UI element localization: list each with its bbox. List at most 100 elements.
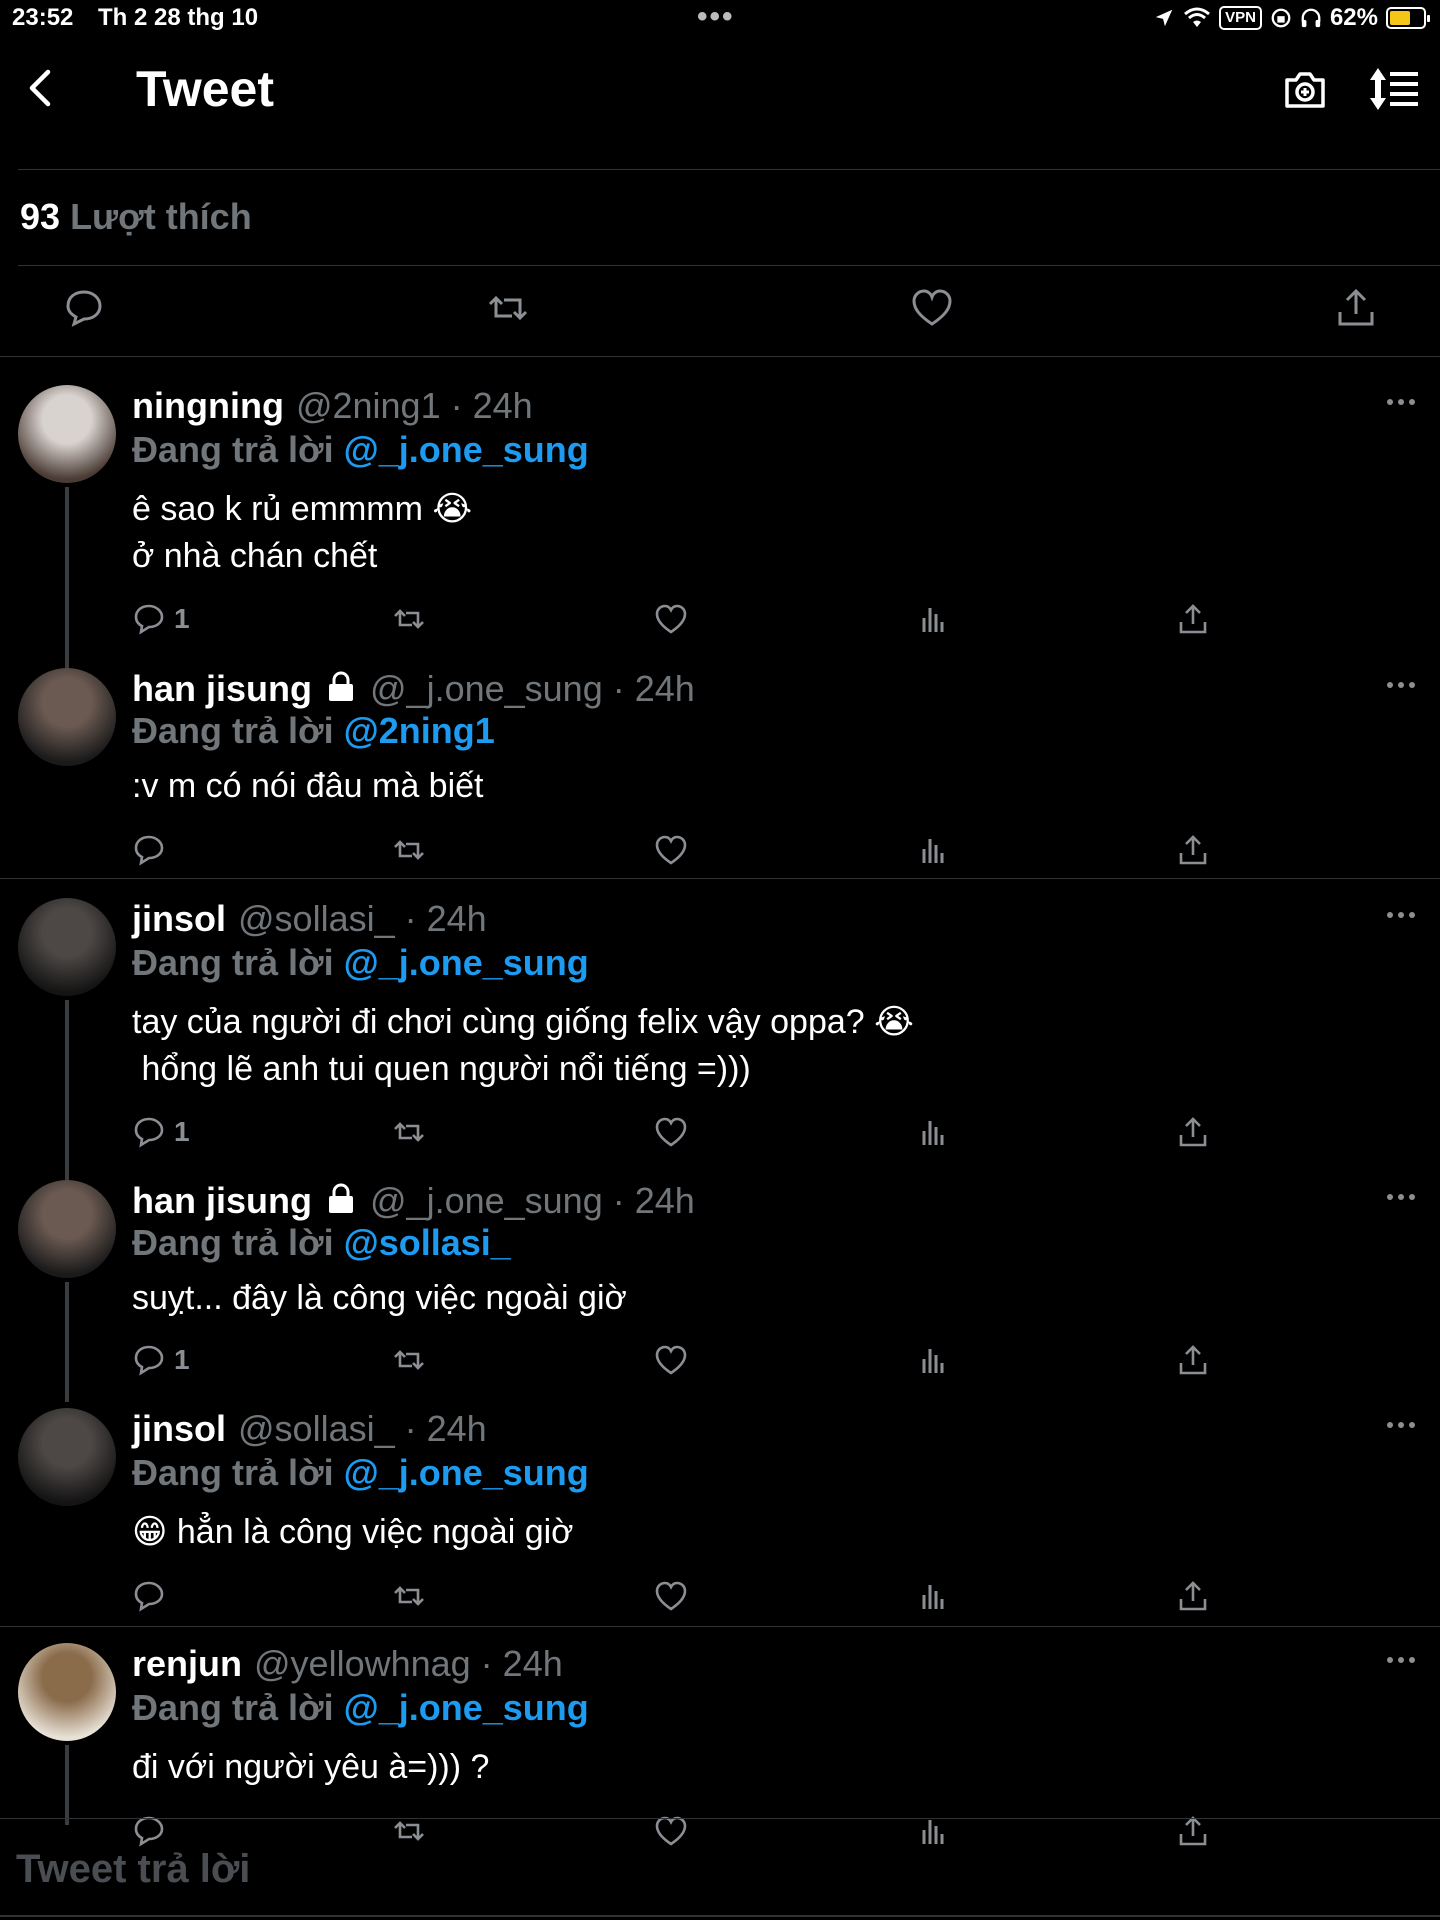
reply-header: ningning @2ning1 · 24h [132,385,533,427]
more-options-icon[interactable] [1386,1420,1416,1430]
share-button[interactable] [1176,1342,1210,1378]
retweet-button[interactable] [392,832,426,868]
replying-to: Đang trả lời @_j.one_sung [132,1452,589,1494]
reply-text: :v m có nói đâu mà biết [132,767,484,805]
display-name[interactable]: han jisung [132,1180,312,1221]
analytics-icon [922,839,944,863]
page-title: Tweet [136,61,274,117]
share-button[interactable] [1176,601,1210,637]
more-options-icon[interactable] [1386,397,1416,407]
share-icon [1179,604,1207,634]
like-icon [655,604,687,634]
replying-to: Đang trả lời @_j.one_sung [132,1687,589,1729]
reply-button[interactable]: 1 [132,601,190,637]
like-button[interactable] [654,832,688,868]
like-button[interactable] [654,601,688,637]
share-button[interactable] [1176,1114,1210,1150]
mention-link[interactable]: @_j.one_sung [344,1687,589,1728]
like-button[interactable] [654,1114,688,1150]
replying-label: Đang trả lời [132,710,334,751]
retweet-icon[interactable] [486,286,530,330]
share-icon[interactable] [1334,286,1378,330]
reply-icon [134,1117,164,1148]
mention-link[interactable]: @2ning1 [344,710,495,751]
share-button[interactable] [1176,832,1210,868]
mention-link[interactable]: @_j.one_sung [344,429,589,470]
camera-icon[interactable] [1282,66,1328,112]
multitasking-dots[interactable]: ••• [697,0,735,34]
reply-text: tay của người đi chơi cùng giống felix v… [132,1003,914,1088]
tweet-action-bar [0,286,1440,336]
share-button[interactable] [1176,1578,1210,1614]
like-button[interactable] [654,1342,688,1378]
share-icon [1179,1581,1207,1611]
mention-link[interactable]: @_j.one_sung [344,1452,589,1493]
avatar[interactable] [18,1408,116,1506]
reply-action-bar [0,832,1440,872]
display-name[interactable]: renjun [132,1643,242,1684]
reply-action-bar: 1 [0,1114,1440,1154]
retweet-icon [394,840,424,860]
lock-icon [329,671,353,701]
display-name[interactable]: ningning [132,385,284,426]
likes-stat[interactable]: 93 Lượt thích [20,196,252,238]
more-options-icon[interactable] [1386,910,1416,920]
wifi-icon [1184,7,1211,27]
retweet-button[interactable] [392,601,426,637]
analytics-icon [922,1585,944,1609]
display-name[interactable]: jinsol [132,898,226,939]
reply-count: 1 [174,1344,190,1375]
retweet-button[interactable] [392,1578,426,1614]
divider [0,1915,1440,1917]
reply-button[interactable]: 1 [132,1342,190,1378]
likes-label: Lượt thích [70,196,252,237]
reply-button[interactable]: 1 [132,1114,190,1150]
share-icon [1179,1117,1207,1147]
retweet-button[interactable] [392,1342,426,1378]
divider [0,1626,1440,1627]
retweet-button[interactable] [392,1114,426,1150]
avatar[interactable] [18,898,116,996]
more-options-icon[interactable] [1386,1192,1416,1202]
sort-icon[interactable] [1368,66,1420,112]
header: Tweet [0,36,1440,146]
retweet-icon [394,1122,424,1142]
analytics-button[interactable] [916,1114,950,1150]
reply-button[interactable] [132,1578,174,1614]
reply-action-bar: 1 [0,1342,1440,1382]
replying-to: Đang trả lời @sollasi_ [132,1222,511,1264]
reply-button[interactable] [132,832,174,868]
analytics-button[interactable] [916,601,950,637]
retweet-icon [394,609,424,629]
reply-input[interactable]: Tweet trả lời [16,1847,250,1892]
analytics-button[interactable] [916,1578,950,1614]
avatar[interactable] [18,668,116,766]
analytics-button[interactable] [916,1342,950,1378]
replying-label: Đang trả lời [132,1687,334,1728]
rotation-lock-icon [1271,8,1291,28]
display-name[interactable]: jinsol [132,1408,226,1449]
divider [0,878,1440,879]
reply-action-bar [0,1578,1440,1618]
like-icon [655,1581,687,1611]
mention-link[interactable]: @sollasi_ [344,1222,511,1263]
analytics-button[interactable] [916,832,950,868]
mention-link[interactable]: @_j.one_sung [344,942,589,983]
compose-bar: Tweet trả lời [0,1818,1440,1920]
reply-icon [134,1345,164,1376]
like-icon[interactable] [910,286,954,330]
reply-icon[interactable] [62,286,106,330]
reply-text: suỵt... đây là công việc ngoài giờ [132,1279,627,1317]
location-icon [1155,9,1173,27]
avatar[interactable] [18,1643,116,1741]
replying-label: Đang trả lời [132,429,334,470]
avatar[interactable] [18,385,116,483]
back-icon[interactable] [22,66,62,110]
more-options-icon[interactable] [1386,680,1416,690]
divider [0,356,1440,357]
more-options-icon[interactable] [1386,1655,1416,1665]
avatar[interactable] [18,1180,116,1278]
like-button[interactable] [654,1578,688,1614]
display-name[interactable]: han jisung [132,668,312,709]
handle-time: @sollasi_ · 24h [238,1408,487,1449]
